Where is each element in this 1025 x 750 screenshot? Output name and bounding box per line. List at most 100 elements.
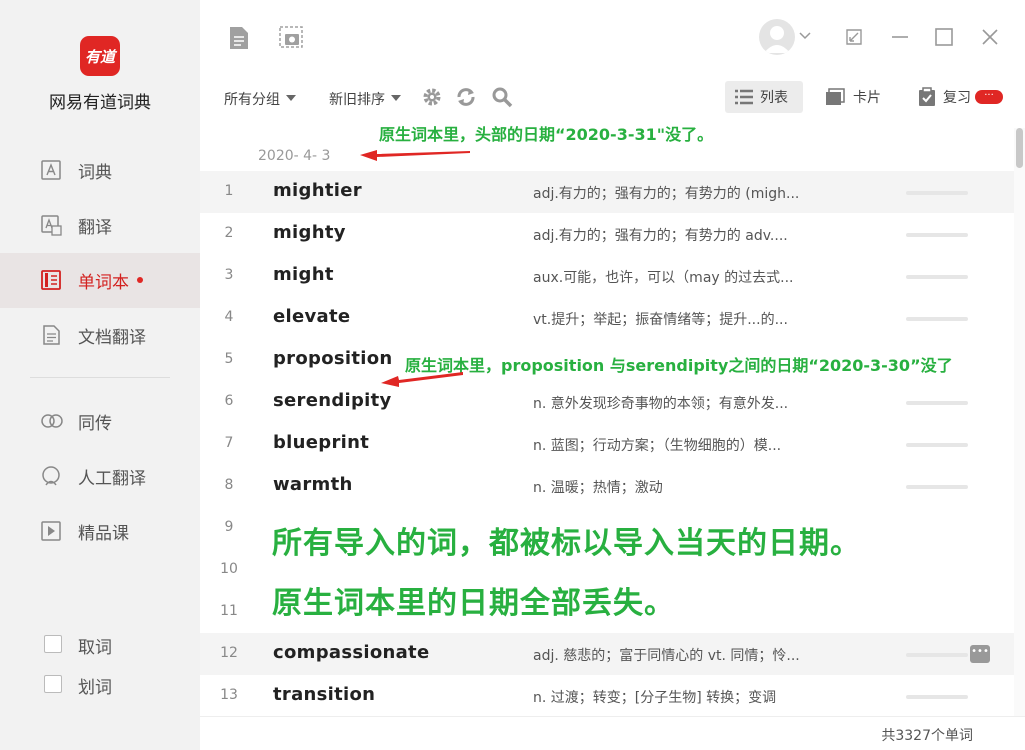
list-view-icon [735, 89, 753, 105]
scrollbar-track[interactable] [1014, 128, 1025, 716]
date-header: 2020- 4- 3 [258, 148, 331, 164]
proficiency-bar [906, 401, 968, 405]
group-filter-dropdown[interactable]: 所有分组 [224, 89, 296, 109]
sidebar-item-dictionary[interactable]: 词典 [0, 143, 200, 198]
proficiency-bar [906, 485, 968, 489]
view-card-label: 卡片 [853, 90, 881, 106]
review-label: 复习 [943, 90, 971, 106]
row-number: 8 [224, 477, 234, 493]
definition-text: adj.有力的；强有力的；有势力的 (migh... [533, 186, 800, 202]
translate-icon [41, 215, 62, 236]
definition-text: n. 温暖；热情；激动 [533, 480, 663, 496]
row-number: 10 [220, 561, 238, 577]
compact-mode-icon[interactable] [845, 28, 863, 46]
table-row[interactable]: 3 might aux.可能，也许，可以（may 的过去式... [200, 255, 1014, 297]
document-icon[interactable] [228, 26, 250, 50]
sidebar-item-human-translation[interactable]: 人工翻译 [0, 449, 200, 504]
sync-icon[interactable] [455, 86, 477, 108]
row-number: 1 [224, 183, 234, 199]
proficiency-bar [906, 695, 968, 699]
sidebar: 有道 网易有道词典 词典 翻译 单词本 文档翻译 同传 人工翻译 精品课 取词 … [0, 0, 200, 750]
sidebar-divider [30, 377, 170, 378]
proficiency-bar [906, 275, 968, 279]
review-clipboard-icon [919, 87, 935, 106]
close-icon[interactable] [981, 28, 999, 46]
proficiency-bar [906, 233, 968, 237]
word-text: transition [273, 684, 376, 705]
dictionary-icon [41, 160, 61, 180]
sidebar-item-label: 同传 [78, 414, 112, 434]
proficiency-bar [906, 653, 968, 657]
proficiency-bar [906, 191, 968, 195]
wordbook-icon [41, 270, 61, 290]
word-text: proposition [273, 348, 393, 369]
status-bar: 共3327个单词 [200, 716, 1025, 750]
logo-text: 有道 [84, 47, 115, 66]
definition-text: n. 过渡；转变；[分子生物] 转换；变调 [533, 690, 777, 706]
definition-text: aux.可能，也许，可以（may 的过去式... [533, 270, 794, 286]
youdao-logo: 有道 [80, 36, 120, 76]
select-word-label: 划词 [78, 678, 112, 698]
sidebar-item-label: 人工翻译 [78, 469, 146, 489]
sidebar-item-wordbook[interactable]: 单词本 [0, 253, 200, 308]
table-row[interactable]: 4 elevate vt.提升；举起；振奋情绪等；提升...的... [200, 297, 1014, 339]
more-options-icon[interactable]: ••• [970, 645, 990, 663]
review-button[interactable]: 复习 ··· [918, 81, 1008, 113]
proficiency-bar [906, 317, 968, 321]
word-count: 共3327个单词 [881, 728, 973, 744]
view-card-button[interactable]: 卡片 [825, 81, 895, 113]
chevron-down-icon [391, 95, 401, 101]
row-number: 9 [224, 519, 234, 535]
table-row[interactable]: 12 compassionate adj. 慈悲的；富于同情心的 vt. 同情；怜.… [200, 633, 1014, 675]
definition-text: adj.有力的；强有力的；有势力的 adv.... [533, 228, 788, 244]
row-number: 13 [220, 687, 238, 703]
sidebar-item-translate[interactable]: 翻译 [0, 198, 200, 253]
definition-text: n. 蓝图；行动方案；（生物细胞的）模... [533, 438, 782, 454]
view-list-button[interactable]: 列表 [725, 81, 803, 113]
table-row[interactable]: 2 mighty adj.有力的；强有力的；有势力的 adv.... [200, 213, 1014, 255]
sidebar-item-course[interactable]: 精品课 [0, 504, 200, 559]
app-name: 网易有道词典 [49, 93, 151, 113]
table-row[interactable]: 7 blueprint n. 蓝图；行动方案；（生物细胞的）模... [200, 423, 1014, 465]
capture-word-label: 取词 [78, 638, 112, 658]
word-text: mightier [273, 180, 362, 201]
notification-dot [137, 277, 143, 283]
table-row[interactable]: 13 transition n. 过渡；转变；[分子生物] 转换；变调 [200, 675, 1014, 716]
scrollbar-thumb[interactable] [1016, 128, 1023, 168]
user-avatar-icon [764, 26, 790, 53]
table-row[interactable]: 8 warmth n. 温暖；热情；激动 [200, 465, 1014, 507]
word-text: might [273, 264, 334, 285]
sidebar-item-simultaneous[interactable]: 同传 [0, 394, 200, 449]
human-translation-icon [42, 466, 60, 486]
course-icon [41, 521, 61, 541]
row-number: 12 [220, 645, 238, 661]
simultaneous-interpretation-icon [41, 414, 63, 428]
word-text: mighty [273, 222, 346, 243]
select-word-checkbox[interactable] [44, 675, 62, 693]
minimize-icon[interactable] [891, 35, 909, 39]
row-number: 3 [224, 267, 234, 283]
row-number: 11 [220, 603, 238, 619]
definition-text: n. 意外发现珍奇事物的本领；有意外发... [533, 396, 789, 412]
word-text: elevate [273, 306, 351, 327]
search-icon[interactable] [491, 86, 513, 108]
sidebar-item-label: 翻译 [78, 218, 112, 238]
capture-word-checkbox[interactable] [44, 635, 62, 653]
maximize-icon[interactable] [935, 28, 953, 46]
chevron-down-icon [286, 95, 296, 101]
table-row[interactable]: 6 serendipity n. 意外发现珍奇事物的本领；有意外发... [200, 381, 1014, 423]
document-translate-icon [43, 325, 60, 345]
gear-icon[interactable] [422, 87, 442, 107]
word-text: blueprint [273, 432, 370, 453]
chevron-down-icon[interactable] [799, 31, 811, 41]
word-text: warmth [273, 474, 353, 495]
definition-text: adj. 慈悲的；富于同情心的 vt. 同情；怜... [533, 648, 800, 664]
avatar[interactable] [759, 19, 795, 55]
table-row[interactable]: 1 mightier adj.有力的；强有力的；有势力的 (migh... [200, 171, 1014, 213]
annotation-arrow [360, 150, 470, 161]
row-number: 4 [224, 309, 234, 325]
screenshot-icon[interactable] [279, 26, 305, 50]
sort-order-dropdown[interactable]: 新旧排序 [329, 89, 401, 109]
card-view-icon [826, 88, 845, 105]
sidebar-item-document-translate[interactable]: 文档翻译 [0, 308, 200, 363]
